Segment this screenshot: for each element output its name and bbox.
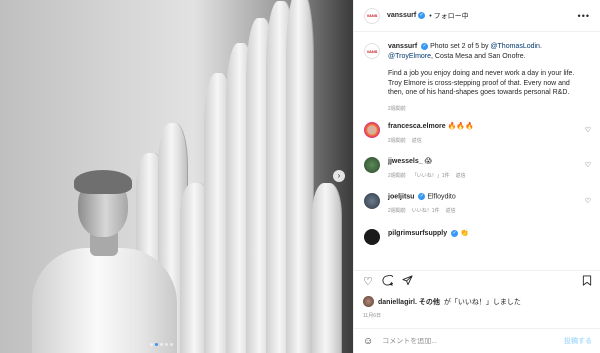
comment-username[interactable]: joeljitsu — [388, 193, 414, 200]
commenter-avatar[interactable] — [364, 193, 380, 209]
comment-text: 😱 — [424, 158, 432, 165]
caption-time[interactable]: 2週間前 — [388, 105, 584, 115]
post-comment-button[interactable]: 投稿する — [564, 336, 592, 346]
carousel-dot — [150, 343, 153, 346]
caption-avatar[interactable]: VANS — [364, 43, 380, 59]
caption-location: , Costa Mesa and San Onofre. — [431, 52, 526, 60]
carousel-dot — [165, 343, 168, 346]
photographer-mention[interactable]: @ThomasLodin — [490, 43, 540, 50]
caption-intro: Photo set 2 of 5 by — [430, 43, 491, 50]
account-username[interactable]: vanssurf — [387, 12, 416, 19]
caption-username[interactable]: vanssurf — [388, 43, 417, 50]
bookmark-icon[interactable] — [582, 274, 592, 289]
comment-item: francesca.elmore 🔥🔥🔥 2週間前 返信 ♡ — [354, 122, 600, 144]
comment-reply-button[interactable]: 返信 — [446, 207, 456, 214]
heart-icon[interactable]: ♡ — [363, 275, 373, 288]
subject-mention[interactable]: @TroyElmore — [388, 53, 431, 60]
likes-others-link[interactable]: その他 — [417, 299, 440, 306]
comment-item: pilgrimsurfsupply ✓ 👏 — [354, 229, 600, 245]
post-caption: VANS vanssurf ✓ Photo set 2 of 5 by @Tho… — [354, 32, 600, 114]
person-body — [32, 248, 177, 353]
comment-icon[interactable] — [382, 274, 395, 289]
next-photo-button[interactable]: › — [333, 170, 345, 182]
comment-like-heart-icon[interactable]: ♡ — [585, 126, 591, 134]
comment-reply-button[interactable]: 返信 — [456, 172, 466, 179]
comment-like-heart-icon[interactable]: ♡ — [585, 197, 591, 205]
comment-time[interactable]: 2週間前 — [388, 207, 406, 214]
post-header: VANS vanssurf ✓ • フォロー中 ••• — [354, 0, 600, 32]
caption-body: vanssurf ✓ Photo set 2 of 5 by @ThomasLo… — [388, 42, 584, 114]
post-date[interactable]: 11月6日 — [363, 312, 381, 319]
carousel-dot — [170, 343, 173, 346]
carousel-dot — [155, 343, 158, 346]
comment-time[interactable]: 2週間前 — [388, 137, 406, 144]
verified-badge-icon: ✓ — [421, 42, 429, 50]
verified-badge-icon: ✓ — [418, 193, 426, 200]
person-hair — [74, 170, 132, 194]
comment-likes[interactable]: いいね！1件 — [412, 207, 440, 214]
commenter-avatar[interactable] — [364, 122, 380, 138]
carousel-dot — [160, 343, 163, 346]
post-side-panel: VANS vanssurf ✓ • フォロー中 ••• VANS vanssur… — [353, 0, 600, 353]
comment-like-heart-icon[interactable]: ♡ — [585, 161, 591, 169]
commenter-avatar[interactable] — [364, 229, 380, 245]
post-photo[interactable]: › — [0, 0, 353, 353]
comment-time[interactable]: 2週間前 — [388, 172, 406, 179]
caption-separator: . — [539, 43, 542, 50]
liker-username[interactable]: daniellagirl. — [378, 299, 417, 306]
comment-text: Elfloydito — [427, 193, 456, 201]
share-icon[interactable] — [402, 274, 413, 289]
surfboard — [286, 0, 314, 353]
verified-badge-icon: ✓ — [451, 229, 459, 237]
verified-badge-icon: ✓ — [418, 12, 426, 19]
comment-username[interactable]: pilgrimsurfsupply — [388, 230, 447, 237]
liker-avatar[interactable] — [363, 296, 374, 307]
likes-summary: daniellagirl. その他 が「いいね！」しました — [363, 296, 521, 307]
comment-text: 🔥🔥🔥 — [447, 123, 474, 130]
comment-likes[interactable]: 「いいね！」1件 — [412, 172, 450, 179]
comment-item: joeljitsu ✓ Elfloydito 2週間前 いいね！1件 返信 ♡ — [354, 193, 600, 214]
carousel-dots — [150, 343, 173, 346]
comment-username[interactable]: francesca.elmore — [388, 123, 446, 130]
account-avatar[interactable]: VANS — [364, 7, 380, 24]
follow-status[interactable]: • フォロー中 — [429, 11, 468, 21]
commenter-avatar[interactable] — [364, 157, 380, 173]
emoji-icon[interactable]: ☺ — [363, 336, 373, 347]
comment-input[interactable] — [382, 337, 533, 345]
more-options-icon[interactable]: ••• — [578, 11, 590, 21]
caption-text: Find a job you enjoy doing and never wor… — [388, 70, 575, 96]
comment-reply-button[interactable]: 返信 — [412, 137, 422, 144]
add-comment-bar: ☺ 投稿する — [354, 328, 600, 353]
surfboard — [312, 183, 342, 353]
post-actions-bar: ♡ — [354, 270, 600, 292]
likes-suffix: が「いいね！」しました — [443, 298, 521, 306]
comment-text: 👏 — [460, 230, 469, 237]
comment-item: jjwessels_ 😱 2週間前 「いいね！」1件 返信 ♡ — [354, 157, 600, 179]
comment-username[interactable]: jjwessels_ — [388, 158, 423, 165]
